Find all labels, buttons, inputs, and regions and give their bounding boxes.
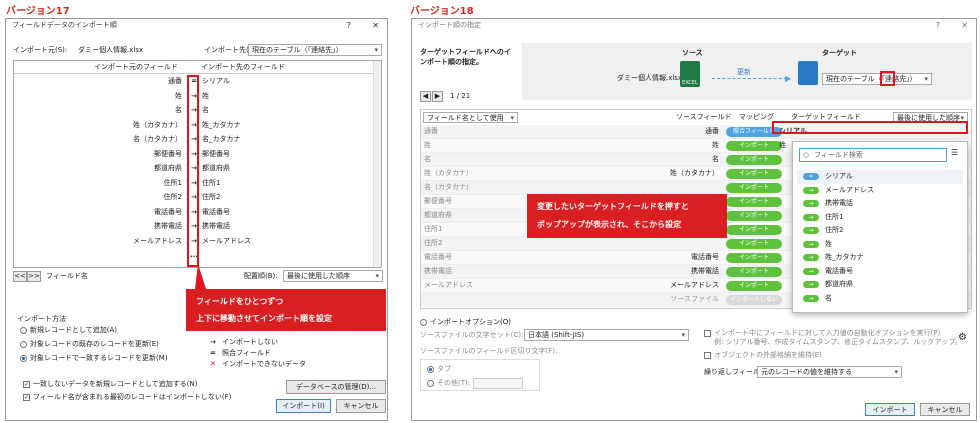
v18-row-left: 姓（カタカナ） — [424, 169, 473, 177]
v18-popup-search[interactable]: ○ フィールド検索 — [799, 148, 947, 162]
version18-label: バージョン18 — [410, 6, 474, 17]
v18-next-button[interactable]: ▶ — [432, 91, 443, 102]
database-icon — [798, 61, 818, 85]
v18-popup-item-icon: → — [803, 200, 819, 207]
v18-col-mapping: マッピング — [739, 113, 774, 121]
v18-popup-item[interactable]: → 名 — [797, 292, 963, 306]
v18-title: インポート順の指定 — [418, 21, 481, 29]
v18-charset-label: ソースファイルの文字セット(C): — [420, 331, 524, 339]
help-icon[interactable]: ? — [936, 19, 940, 32]
v18-row-left: 郵便番号 — [424, 197, 452, 205]
v18-source-field: 名 — [712, 155, 719, 163]
v18-popup-item-icon: → — [803, 294, 819, 302]
v18-update-label: 更新 — [737, 68, 751, 76]
database-icon[interactable]: ☰ — [951, 148, 958, 157]
v18-mapping-pill[interactable]: インポート — [726, 239, 782, 249]
v18-row-left: 名 — [424, 155, 431, 163]
v18-mapping-pill[interactable]: インポート — [726, 281, 782, 291]
v18-source-field: 姓 — [712, 141, 719, 149]
v18-target-highlight — [880, 71, 895, 86]
v18-dialog: インポート順の指定 ? ✕ ターゲットフィールドへのインポート順の指定。 ソース… — [411, 18, 977, 421]
gear-icon[interactable]: ⚙ — [958, 332, 967, 343]
v18-row-left: 携帯電話 — [424, 267, 452, 275]
v18-popup-item[interactable]: = シリアル — [797, 170, 963, 184]
v18-row-left: 都道府県 — [424, 211, 452, 219]
v18-popup-item-icon: → — [803, 281, 819, 288]
v18-callout: 変更したいターゲットフィールドを押すと ポップアップが表示され、そこから設定 — [527, 194, 727, 238]
v18-charset-select[interactable]: 日本語 (Shift-JIS) — [524, 329, 689, 341]
v18-source-target-panel: ソース ターゲット ダミー個人情報.xlsx EXCEL 更新 ▶ 現在のテーブ… — [522, 43, 972, 100]
v18-delim-other-input[interactable] — [473, 378, 523, 389]
v18-popup-item-icon: → — [803, 267, 819, 275]
v18-mapping-pill[interactable]: インポート — [726, 169, 782, 179]
v18-target-head: ターゲット — [822, 49, 857, 57]
v18-source-field: メールアドレス — [670, 281, 719, 289]
v18-popup-item[interactable]: → メールアドレス — [797, 184, 963, 198]
v18-source-field: 電話番号 — [691, 253, 719, 261]
close-icon[interactable]: ✕ — [961, 19, 968, 32]
v18-mapping-pill[interactable]: インポート — [726, 197, 782, 207]
v18-source-field: ソースファイル — [670, 295, 719, 303]
v18-popup-item[interactable]: → 住所1 — [797, 211, 963, 225]
v18-prev-button[interactable]: ◀ — [420, 91, 431, 102]
v18-options-label[interactable]: インポートオプション(O) — [420, 317, 511, 328]
v18-mapping-pill[interactable]: インポート — [726, 253, 782, 263]
v18-col-source: ソースフィールド — [676, 113, 732, 121]
v18-field-popup: ○ フィールド検索 ☰ = シリアル → メールアドレス → 携帯電話 → 住所1 → 住所2 → 姓… — [792, 141, 968, 313]
v18-row-left: 住所1 — [424, 225, 443, 233]
v18-cancel-button[interactable]: キャンセル — [920, 403, 970, 416]
v18-row-left: メールアドレス — [424, 281, 473, 289]
v18-popup-item-icon: → — [803, 227, 819, 234]
v18-popup-item-icon: → — [803, 213, 819, 221]
v18-repeat-select[interactable]: 元のレコードの値を維持する — [757, 366, 902, 378]
v18-delim-group: タブ その他(T): — [420, 359, 540, 391]
v18-delim-other[interactable]: その他(T): — [427, 378, 470, 389]
excel-icon: EXCEL — [680, 61, 700, 87]
v18-source-field: 携帯電話 — [691, 267, 719, 275]
v18-target-select[interactable]: 現在のテーブル（「連絡先」） — [822, 73, 932, 85]
v18-fieldname-select[interactable]: フィールド名として使用 — [423, 112, 518, 123]
v18-popup-item[interactable]: → 住所2 — [797, 224, 963, 238]
v18-mapping-pill[interactable]: インポート — [726, 211, 782, 221]
v18-popup-item[interactable]: → 姓 — [797, 238, 963, 252]
v18-source-file: ダミー個人情報.xlsx — [617, 74, 683, 82]
v18-titlebar: インポート順の指定 ? ✕ — [412, 19, 976, 33]
v18-mapping-pill[interactable]: インポートしない — [726, 295, 782, 305]
v18-import-button[interactable]: インポート — [865, 403, 915, 416]
v18-row-left: 通番 — [424, 127, 438, 135]
v18-target-cell-highlight — [772, 121, 968, 134]
v18-auto-enter-example: 例: シリアル番号、作成タイムスタンプ、修正タイムスタンプ、ルックアップ。 — [714, 338, 963, 346]
v18-popup-item-icon: → — [803, 254, 819, 261]
v18-row-left: 姓 — [424, 141, 431, 149]
v18-mapping-pill[interactable]: インポート — [726, 267, 782, 277]
v18-popup-item[interactable]: → 姓_カタカナ — [797, 251, 963, 265]
v18-popup-item-icon: → — [803, 186, 819, 194]
v18-row-left: 住所2 — [424, 239, 443, 247]
v18-source-field: 姓（カタカナ） — [670, 169, 719, 177]
arrow-right-icon: ▶ — [785, 74, 792, 83]
v18-flow-line — [712, 78, 787, 79]
v18-popup-item-icon: → — [803, 240, 819, 248]
v18-instruction: ターゲットフィールドへのインポート順の指定。 — [420, 48, 511, 66]
v18-mapping-pill[interactable]: インポート — [726, 141, 782, 151]
v18-target-field[interactable]: 姓 — [779, 140, 786, 151]
v18-row-left: 電話番号 — [424, 253, 452, 261]
v18-mapping-pill[interactable]: インポート — [726, 183, 782, 193]
v18-keep-external[interactable]: オブジェクトの外部格納を維持(E) — [704, 350, 822, 361]
v18-popup-item[interactable]: → 都道府県 — [797, 278, 963, 292]
v18-delim-tab[interactable]: タブ — [427, 364, 451, 375]
v18-row-left: 名（カタカナ） — [424, 183, 473, 191]
v18-source-field: 通番 — [705, 127, 719, 135]
v18-mapping-pill[interactable]: インポート — [726, 225, 782, 235]
v18-source-head: ソース — [682, 49, 703, 57]
v18-popup-item[interactable]: → 電話番号 — [797, 265, 963, 279]
v18-mapping-pill[interactable]: インポート — [726, 155, 782, 165]
v18-popup-item[interactable]: → 携帯電話 — [797, 197, 963, 211]
v18-page-counter: 1 / 21 — [450, 92, 471, 100]
v18-delim-label: ソースファイルのフィールド区切り文字(F): — [420, 347, 558, 355]
search-icon: ○ — [803, 151, 810, 159]
v18-popup-item-icon: = — [803, 173, 819, 180]
